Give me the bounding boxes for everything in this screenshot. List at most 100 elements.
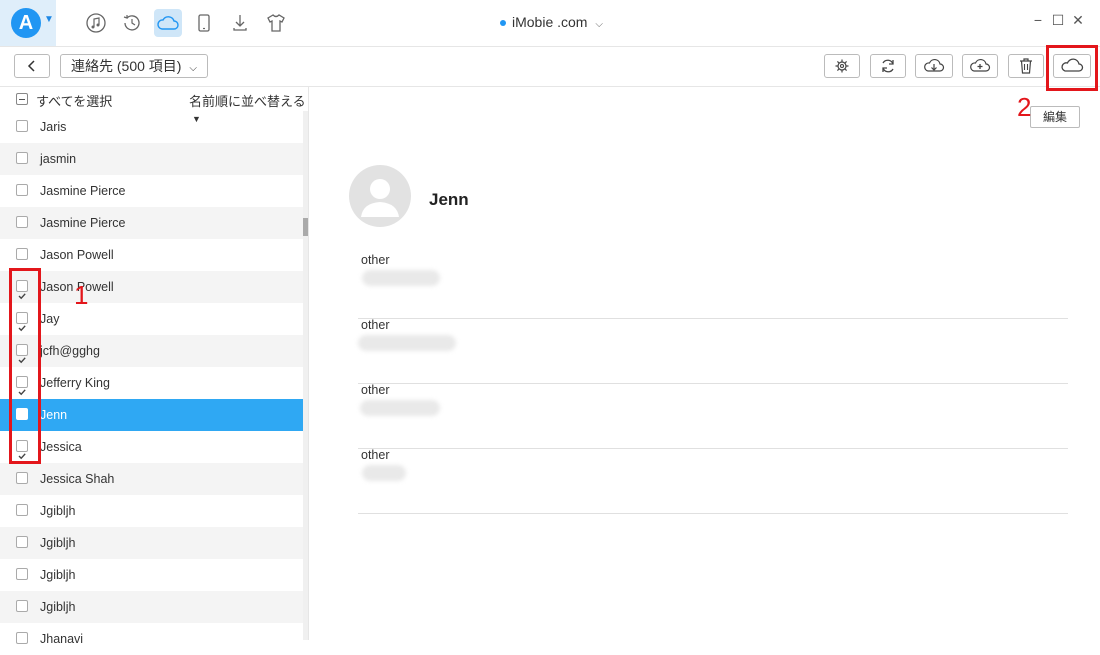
- row-checkbox[interactable]: [16, 248, 28, 260]
- contact-name-label: Jay: [40, 312, 60, 326]
- row-checkbox[interactable]: [16, 632, 28, 644]
- list-item[interactable]: Jason Powell: [0, 271, 303, 303]
- field-label: other: [361, 253, 390, 267]
- contact-name-label: Jasmine Pierce: [40, 184, 126, 198]
- back-button[interactable]: [14, 54, 50, 78]
- contact-name-label: Jessica Shah: [40, 472, 115, 486]
- row-checkbox[interactable]: [16, 152, 28, 164]
- anytrans-logo-icon: A: [11, 8, 41, 38]
- list-item[interactable]: Jasmine Pierce: [0, 175, 303, 207]
- category-label: 連絡先 (500 項目): [71, 58, 182, 74]
- row-checkbox[interactable]: [16, 536, 28, 548]
- title-bar: A ▼ iMobie .com ⌵ − ☐ ✕: [0, 0, 1100, 47]
- field-label: other: [361, 383, 390, 397]
- list-item[interactable]: jasmin: [0, 143, 303, 175]
- cloud-download-icon: [924, 58, 945, 72]
- cloud-upload-icon: [970, 58, 991, 72]
- nav-icons: [82, 9, 298, 37]
- blurred-value: [358, 335, 456, 351]
- contact-field: other: [358, 253, 1068, 319]
- history-icon[interactable]: [118, 9, 146, 37]
- edit-button[interactable]: 編集: [1030, 106, 1080, 128]
- list-header: すべてを選択 名前順に並べ替える ▼: [0, 87, 308, 124]
- settings-button[interactable]: [824, 54, 860, 78]
- refresh-button[interactable]: [870, 54, 906, 78]
- list-item[interactable]: Jgibljh: [0, 591, 303, 623]
- settings-icon: [835, 59, 849, 73]
- pane-divider: [308, 87, 309, 640]
- contact-field: other: [358, 318, 1068, 384]
- row-checkbox[interactable]: [16, 568, 28, 580]
- contact-name-label: Jgibljh: [40, 504, 76, 518]
- close-button[interactable]: ✕: [1068, 12, 1088, 29]
- select-all-label[interactable]: すべてを選択: [36, 91, 112, 110]
- list-item[interactable]: Jay: [0, 303, 303, 335]
- list-item[interactable]: Jgibljh: [0, 527, 303, 559]
- maximize-button[interactable]: ☐: [1048, 12, 1068, 29]
- download-icon[interactable]: [226, 9, 254, 37]
- device-selector[interactable]: iMobie .com ⌵: [500, 14, 603, 30]
- minimize-button[interactable]: −: [1028, 12, 1048, 29]
- app-logo[interactable]: A ▼: [0, 0, 56, 46]
- list-item[interactable]: Jenn: [0, 399, 303, 431]
- contact-name-label: jasmin: [40, 152, 77, 166]
- device-name: iMobie .com: [512, 14, 588, 30]
- contact-name-label: Jgibljh: [40, 600, 76, 614]
- list-item[interactable]: Jaris: [0, 111, 303, 143]
- blurred-value: [362, 270, 440, 286]
- refresh-icon: [882, 59, 894, 73]
- chevron-down-icon: ⌵: [595, 19, 603, 30]
- select-all-checkbox[interactable]: [16, 93, 28, 105]
- annotation-box-to-icloud: [1046, 45, 1098, 91]
- blurred-value: [360, 400, 440, 416]
- phone-icon[interactable]: [190, 9, 218, 37]
- list-item[interactable]: Jhanavi: [0, 623, 303, 655]
- contact-name-label: Jessica: [40, 440, 82, 454]
- cloud-icon[interactable]: [154, 9, 182, 37]
- list-item[interactable]: Jessica Shah: [0, 463, 303, 495]
- list-item[interactable]: Jgibljh: [0, 559, 303, 591]
- list-item[interactable]: Jgibljh: [0, 495, 303, 527]
- field-label: other: [361, 318, 390, 332]
- contact-name-label: Jefferry King: [40, 376, 110, 390]
- row-checkbox[interactable]: [16, 184, 28, 196]
- list-item[interactable]: Jessica: [0, 431, 303, 463]
- list-item[interactable]: Jason Powell: [0, 239, 303, 271]
- contact-name-label: Jgibljh: [40, 536, 76, 550]
- contact-name-label: Jgibljh: [40, 568, 76, 582]
- blurred-value: [362, 465, 406, 481]
- contact-list: Jaris jasmin Jasmine Pierce Jasmine Pierce J…: [0, 111, 303, 655]
- row-checkbox[interactable]: [16, 120, 28, 132]
- contact-field: other: [358, 448, 1068, 514]
- annotation-step-1: 1: [74, 280, 89, 310]
- contact-name-label: Jaris: [40, 120, 67, 134]
- chevron-left-icon: [27, 60, 35, 72]
- field-label: other: [361, 448, 390, 462]
- person-silhouette-icon: [361, 179, 399, 217]
- contact-field: other: [358, 383, 1068, 449]
- window-controls: − ☐ ✕: [1028, 12, 1088, 29]
- contact-name-label: jcfh@gghg: [40, 344, 100, 358]
- row-checkbox[interactable]: [16, 216, 28, 228]
- contact-name-label: Jenn: [40, 408, 68, 422]
- list-item[interactable]: Jasmine Pierce: [0, 207, 303, 239]
- annotation-box-checkboxes: [9, 268, 41, 464]
- row-checkbox[interactable]: [16, 504, 28, 516]
- row-checkbox[interactable]: [16, 600, 28, 612]
- delete-button[interactable]: [1008, 54, 1044, 78]
- tshirt-icon[interactable]: [262, 9, 290, 37]
- chevron-down-icon: ▼: [44, 14, 54, 25]
- device-status-dot: [500, 20, 506, 27]
- cloud-download-button[interactable]: [915, 54, 953, 78]
- contact-name-label: Jasmine Pierce: [40, 216, 126, 230]
- list-item[interactable]: jcfh@gghg: [0, 335, 303, 367]
- contact-name-label: Jason Powell: [40, 248, 114, 262]
- contact-name-label: Jhanavi: [40, 632, 84, 646]
- cloud-upload-button[interactable]: [962, 54, 998, 78]
- music-icon[interactable]: [82, 9, 110, 37]
- list-item[interactable]: Jefferry King: [0, 367, 303, 399]
- category-selector[interactable]: 連絡先 (500 項目) ⌵: [60, 54, 208, 78]
- row-checkbox[interactable]: [16, 472, 28, 484]
- annotation-step-2: 2: [1017, 92, 1032, 122]
- contact-name: Jenn: [429, 190, 469, 209]
